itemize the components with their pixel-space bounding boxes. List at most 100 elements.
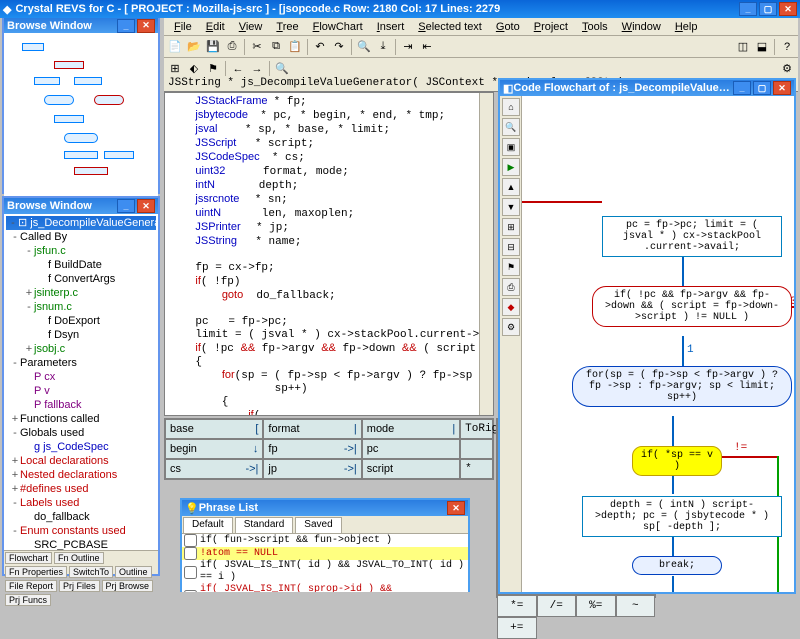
browse-overview-min[interactable]: _ bbox=[117, 19, 135, 33]
flowchart-min[interactable]: _ bbox=[733, 81, 751, 95]
fc-tool-nav-icon[interactable]: ▶ bbox=[502, 158, 520, 176]
indent-icon[interactable]: ⇥ bbox=[399, 38, 417, 56]
tree-item[interactable]: -jsnum.c bbox=[6, 300, 156, 314]
token-cell[interactable]: mode| bbox=[362, 419, 460, 439]
token-cell[interactable] bbox=[460, 439, 493, 459]
flow-icon[interactable]: ⬖ bbox=[185, 60, 203, 78]
flowchart-close[interactable]: ✕ bbox=[773, 81, 791, 95]
menu-insert[interactable]: Insert bbox=[371, 20, 411, 34]
minimize-button[interactable]: _ bbox=[739, 2, 757, 16]
tree-item[interactable]: +#defines used bbox=[6, 482, 156, 496]
phrase-list-close[interactable]: ✕ bbox=[447, 501, 465, 515]
fc-tool-down-icon[interactable]: ▼ bbox=[502, 198, 520, 216]
tree-item[interactable]: P v bbox=[6, 384, 156, 398]
tree-root[interactable]: -⊡ js_DecompileValueGenerat bbox=[6, 216, 156, 230]
bookmark-icon[interactable]: ⚑ bbox=[204, 60, 222, 78]
fc-tool-print-icon[interactable]: ⎙ bbox=[502, 278, 520, 296]
tree-tab-fn-outline[interactable]: Fn Outline bbox=[54, 552, 104, 564]
phrase-checkbox[interactable] bbox=[184, 547, 197, 560]
flowchart-cond-node[interactable]: if( !pc && fp->argv && fp->down && ( scr… bbox=[592, 286, 792, 327]
code-text[interactable]: JSStackFrame * fp; jsbytecode * pc, * be… bbox=[165, 93, 493, 416]
token-cell[interactable]: base[ bbox=[165, 419, 263, 439]
symbol-tree[interactable]: -⊡ js_DecompileValueGenerat -Called By-j… bbox=[4, 214, 158, 552]
zoom-icon[interactable]: 🔍 bbox=[273, 60, 291, 78]
phrase-tab-standard[interactable]: Standard bbox=[235, 517, 294, 533]
flowchart-loop-node[interactable]: break; bbox=[632, 556, 722, 575]
tree-item[interactable]: -Labels used bbox=[6, 496, 156, 510]
browse-tree-close[interactable]: ✕ bbox=[137, 199, 155, 213]
menu-project[interactable]: Project bbox=[528, 20, 574, 34]
flowchart-proc-node[interactable]: depth = ( intN ) script->depth; pc = ( j… bbox=[582, 496, 782, 537]
token-cell[interactable]: * bbox=[460, 459, 493, 479]
tree-item[interactable]: +jsobj.c bbox=[6, 342, 156, 356]
flowchart-max[interactable]: ▢ bbox=[753, 81, 771, 95]
tree-tab-prj-files[interactable]: Prj Files bbox=[59, 580, 100, 592]
tree-tab-switchto[interactable]: SwitchTo bbox=[69, 566, 113, 578]
menu-window[interactable]: Window bbox=[616, 20, 667, 34]
op-button[interactable]: *= bbox=[497, 595, 537, 617]
copy-icon[interactable]: ⧉ bbox=[267, 38, 285, 56]
split-v-icon[interactable]: ⬓ bbox=[753, 38, 771, 56]
op-button[interactable]: %= bbox=[576, 595, 616, 617]
paste-icon[interactable]: 📋 bbox=[286, 38, 304, 56]
nav-back-icon[interactable]: ← bbox=[229, 60, 247, 78]
tree-tab-file-report[interactable]: File Report bbox=[5, 580, 57, 592]
new-icon[interactable]: 📄 bbox=[166, 38, 184, 56]
outdent-icon[interactable]: ⇤ bbox=[418, 38, 436, 56]
fc-tool-config-icon[interactable]: ⚙ bbox=[502, 318, 520, 336]
token-cell[interactable]: cs->| bbox=[165, 459, 263, 479]
config-icon[interactable]: ⚙ bbox=[778, 60, 796, 78]
tree-item[interactable]: f ConvertArgs bbox=[6, 272, 156, 286]
menu-tools[interactable]: Tools bbox=[576, 20, 614, 34]
tree-item[interactable]: -jsfun.c bbox=[6, 244, 156, 258]
browse-tree-min[interactable]: _ bbox=[117, 199, 135, 213]
flowchart-canvas[interactable]: 0 1 != == pc = fp->pc; limit = ( jsval *… bbox=[522, 96, 794, 592]
menu-view[interactable]: View bbox=[233, 20, 269, 34]
token-cell[interactable]: script bbox=[362, 459, 460, 479]
tree-item[interactable]: do_fallback bbox=[6, 510, 156, 524]
phrase-body[interactable]: if( fun->script && fun->object )!atom ==… bbox=[182, 534, 468, 592]
menu-selected-text[interactable]: Selected text bbox=[412, 20, 488, 34]
tree-tab-fn-properties[interactable]: Fn Properties bbox=[5, 566, 67, 578]
tree-icon[interactable]: ⊞ bbox=[166, 60, 184, 78]
menu-goto[interactable]: Goto bbox=[490, 20, 526, 34]
menu-help[interactable]: Help bbox=[669, 20, 704, 34]
split-h-icon[interactable]: ◫ bbox=[734, 38, 752, 56]
token-cell[interactable]: pc bbox=[362, 439, 460, 459]
fc-tool-chart-icon[interactable]: ◆ bbox=[502, 298, 520, 316]
phrase-row[interactable]: if( JSVAL_IS_INT( id ) && JSVAL_TO_INT( … bbox=[182, 560, 468, 584]
tree-item[interactable]: -Called By bbox=[6, 230, 156, 244]
open-icon[interactable]: 📂 bbox=[185, 38, 203, 56]
tree-item[interactable]: -Parameters bbox=[6, 356, 156, 370]
tree-item[interactable]: +Local declarations bbox=[6, 454, 156, 468]
token-cell[interactable]: jp->| bbox=[263, 459, 361, 479]
fc-tool-zoom-icon[interactable]: 🔍 bbox=[502, 118, 520, 136]
cut-icon[interactable]: ✂ bbox=[248, 38, 266, 56]
maximize-button[interactable]: ▢ bbox=[759, 2, 777, 16]
tree-item[interactable]: f BuildDate bbox=[6, 258, 156, 272]
tree-item[interactable]: -Globals used bbox=[6, 426, 156, 440]
findnext-icon[interactable]: ⤓ bbox=[374, 38, 392, 56]
fc-tool-home-icon[interactable]: ⌂ bbox=[502, 98, 520, 116]
token-cell[interactable]: format| bbox=[263, 419, 361, 439]
phrase-row[interactable]: if( JSVAL_IS_INT( sprop->id ) && JSVAL_T… bbox=[182, 584, 468, 592]
saveall-icon[interactable]: ⎙ bbox=[223, 38, 241, 56]
tree-tab-outline[interactable]: Outline bbox=[115, 566, 152, 578]
tree-item[interactable]: +Nested declarations bbox=[6, 468, 156, 482]
flowchart-yellow-node[interactable]: if( *sp == v ) bbox=[632, 446, 722, 476]
menu-flowchart[interactable]: FlowChart bbox=[307, 20, 369, 34]
find-icon[interactable]: 🔍 bbox=[355, 38, 373, 56]
phrase-tab-saved[interactable]: Saved bbox=[295, 517, 341, 533]
phrase-checkbox[interactable] bbox=[184, 566, 197, 579]
editor-vscroll[interactable] bbox=[479, 93, 493, 415]
phrase-tab-default[interactable]: Default bbox=[183, 517, 233, 533]
phrase-checkbox[interactable] bbox=[184, 534, 197, 547]
save-icon[interactable]: 💾 bbox=[204, 38, 222, 56]
token-cell[interactable]: fp->| bbox=[263, 439, 361, 459]
tree-item[interactable]: +Functions called bbox=[6, 412, 156, 426]
phrase-row[interactable]: !atom == NULL bbox=[182, 547, 468, 560]
tree-item[interactable]: +jsinterp.c bbox=[6, 286, 156, 300]
tree-item[interactable]: P cx bbox=[6, 370, 156, 384]
tree-item[interactable]: f Dsyn bbox=[6, 328, 156, 342]
op-button[interactable]: ~ bbox=[616, 595, 656, 617]
